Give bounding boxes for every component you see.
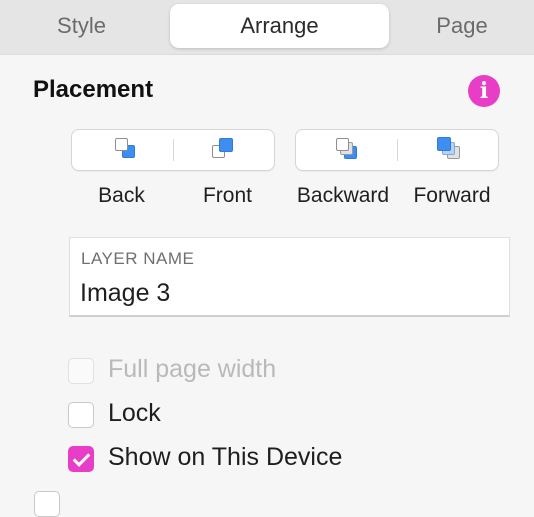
section-title-placement: Placement <box>33 76 154 103</box>
tab-arrange[interactable]: Arrange <box>170 4 389 48</box>
send-backward-button[interactable] <box>296 130 397 170</box>
partial-checkbox[interactable] <box>34 491 60 517</box>
tab-bar: Style Arrange Page <box>0 0 534 55</box>
layer-name-field[interactable]: LAYER NAME <box>69 237 510 317</box>
forward-label: Forward <box>413 184 491 207</box>
show-on-device-option[interactable]: Show on This Device <box>68 443 368 474</box>
layer-name-input[interactable] <box>80 276 490 310</box>
full-page-width-checkbox[interactable] <box>68 358 94 384</box>
full-page-width-label: Full page width <box>108 355 277 383</box>
show-on-device-checkbox[interactable] <box>68 446 94 472</box>
lock-option[interactable]: Lock <box>68 399 188 430</box>
show-on-device-label: Show on This Device <box>108 443 343 471</box>
bring-to-front-button[interactable] <box>173 130 274 170</box>
full-page-width-option[interactable]: Full page width <box>68 355 328 386</box>
lock-label: Lock <box>108 399 161 427</box>
front-label: Front <box>202 184 252 207</box>
backward-label: Backward <box>296 184 390 207</box>
back-front-segmented-control <box>71 129 275 171</box>
tab-page[interactable]: Page <box>390 4 534 48</box>
tab-style[interactable]: Style <box>0 4 163 48</box>
back-label: Back <box>98 184 145 207</box>
layer-name-caption: LAYER NAME <box>81 249 195 268</box>
info-icon[interactable]: i <box>468 75 500 107</box>
lock-checkbox[interactable] <box>68 402 94 428</box>
bring-forward-button[interactable] <box>397 130 498 170</box>
send-to-back-button[interactable] <box>72 130 173 170</box>
backward-forward-segmented-control <box>295 129 499 171</box>
